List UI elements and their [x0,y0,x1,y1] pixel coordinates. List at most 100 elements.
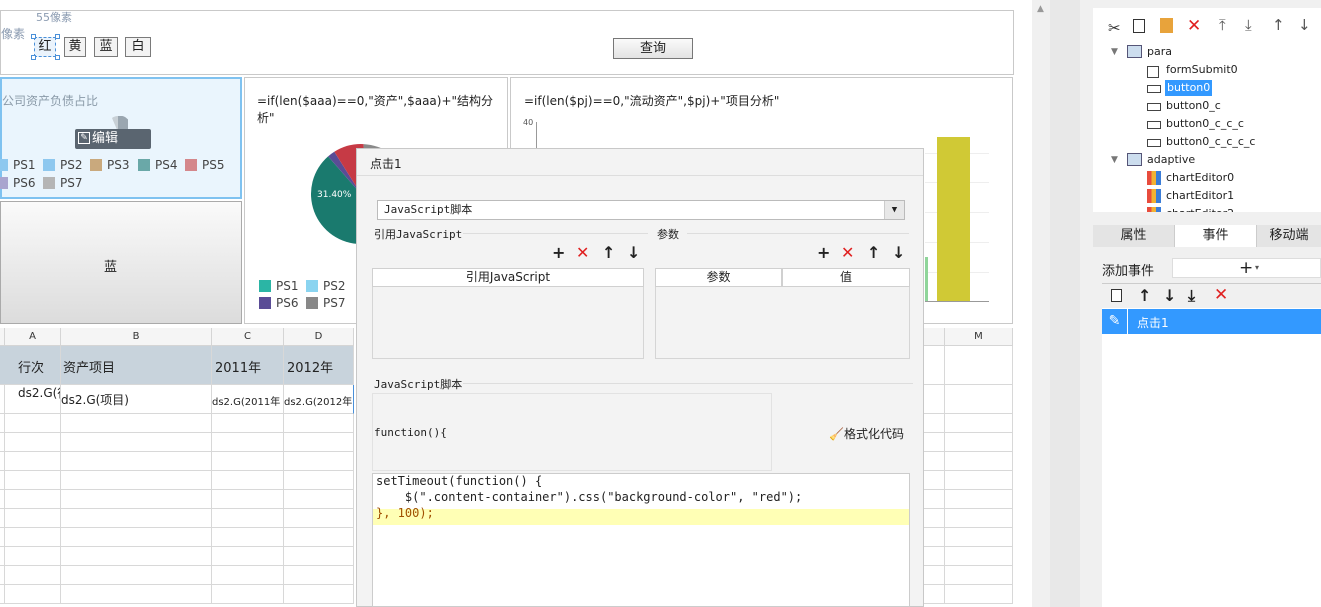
table-cell[interactable]: ds2.G(2012年 [284,385,354,414]
scroll-up-icon[interactable]: ▲ [1037,4,1044,14]
column-header[interactable]: A [5,328,61,346]
table-cell[interactable] [945,471,1013,490]
table-cell[interactable] [61,547,212,566]
table-cell[interactable]: ds2.G(行) [5,385,61,414]
table-cell[interactable] [924,566,945,585]
table-cell[interactable] [945,433,1013,452]
table-cell[interactable] [924,471,945,490]
table-cell[interactable] [284,585,354,604]
column-header[interactable]: D [284,328,354,346]
white-button[interactable]: 白 [125,37,151,57]
delete-icon[interactable]: ✕ [841,245,854,261]
tree-item[interactable]: formSubmit0 [1166,62,1238,78]
table-cell[interactable] [5,528,61,547]
table-cell[interactable] [61,585,212,604]
table-cell[interactable] [924,433,945,452]
table-cell[interactable] [945,528,1013,547]
tab-properties[interactable]: 属性 [1093,225,1175,247]
table-cell[interactable] [284,547,354,566]
add-icon[interactable]: + [817,245,830,261]
table-cell[interactable] [5,585,61,604]
copy-icon[interactable] [1111,289,1122,302]
column-header[interactable] [924,328,945,346]
move-up-icon[interactable]: ↑ [867,245,880,261]
table-cell[interactable] [284,566,354,585]
move-bottom-icon[interactable]: ⤓ [1188,286,1195,306]
table-cell[interactable] [284,528,354,547]
delete-icon[interactable]: ✕ [1187,16,1201,36]
tree-item[interactable]: chartEditor2 [1166,206,1234,212]
table-cell[interactable] [5,471,61,490]
tree-item-para[interactable]: para [1147,44,1172,60]
table-cell[interactable] [945,414,1013,433]
move-down-icon[interactable]: ↓ [892,245,905,261]
table-cell[interactable] [212,585,284,604]
resize-handle[interactable] [31,55,36,60]
table-cell[interactable] [945,385,1013,414]
table-cell[interactable]: ds2.G(2011年 [212,385,284,414]
format-code-button[interactable]: 🧹格式化代码 [829,425,904,442]
table-cell[interactable] [5,509,61,528]
move-down-icon[interactable]: ↓ [627,245,640,261]
table-cell[interactable] [212,414,284,433]
delete-icon[interactable]: ✕ [576,245,589,261]
table-cell[interactable]: 2011年 [212,346,284,385]
table-cell[interactable] [212,509,284,528]
table-cell[interactable] [945,452,1013,471]
edit-button[interactable]: ✎ 编辑 [75,129,151,149]
tab-events[interactable]: 事件 [1175,225,1256,247]
table-cell[interactable] [5,566,61,585]
column-header[interactable]: B [61,328,212,346]
table-cell[interactable] [924,490,945,509]
collapse-icon[interactable]: ▼ [1111,47,1118,57]
blue-cell-button[interactable]: 蓝 [0,201,242,324]
red-button[interactable]: 红 [34,37,56,57]
table-cell[interactable] [924,528,945,547]
table-cell[interactable] [61,490,212,509]
table-cell[interactable] [284,414,354,433]
table-cell[interactable] [61,414,212,433]
table-cell[interactable] [924,585,945,604]
table-cell[interactable] [924,346,945,385]
resize-handle[interactable] [31,34,36,39]
table-cell[interactable] [61,566,212,585]
table-cell[interactable] [284,433,354,452]
table-cell[interactable] [924,414,945,433]
tree-item[interactable]: button0_c_c_c [1166,116,1244,132]
table-cell[interactable]: 2012年 [284,346,354,385]
table-cell[interactable] [212,528,284,547]
copy-icon[interactable] [1133,19,1145,33]
collapse-icon[interactable]: ▼ [1111,155,1118,165]
cut-icon[interactable]: ✂ [1108,19,1121,37]
table-cell[interactable] [212,566,284,585]
table-cell[interactable]: 资产项目 [61,346,212,385]
table-cell[interactable] [212,547,284,566]
table-cell[interactable] [61,528,212,547]
table-cell[interactable] [924,509,945,528]
chevron-down-icon[interactable]: ▼ [884,201,904,219]
tree-item[interactable]: chartEditor1 [1166,188,1234,204]
canvas-scrollbar[interactable]: ▲ [1032,0,1050,607]
column-header[interactable]: C [212,328,284,346]
tree-item[interactable]: button0_c [1166,98,1221,114]
table-cell[interactable] [945,509,1013,528]
table-cell[interactable] [924,547,945,566]
tree-item[interactable]: button0_c_c_c_c [1166,134,1255,150]
table-cell[interactable] [61,452,212,471]
move-up-icon[interactable]: ↑ [602,245,615,261]
move-up-icon[interactable]: ↑ [1138,286,1151,305]
table-cell[interactable] [212,490,284,509]
move-top-icon[interactable]: ⤒ [1219,16,1226,34]
tree-item[interactable]: chartEditor0 [1166,170,1234,186]
move-bottom-icon[interactable]: ⤓ [1245,16,1252,34]
move-down-icon[interactable]: ↓ [1298,16,1311,34]
table-cell[interactable]: 行次 [5,346,61,385]
table-cell[interactable]: ds2.G(项目) [61,385,212,414]
move-up-icon[interactable]: ↑ [1272,16,1285,34]
table-cell[interactable] [945,547,1013,566]
table-cell[interactable] [5,414,61,433]
blue-button[interactable]: 蓝 [94,37,118,57]
table-cell[interactable] [212,433,284,452]
query-button[interactable]: 查询 [613,38,693,59]
table-cell[interactable] [61,471,212,490]
